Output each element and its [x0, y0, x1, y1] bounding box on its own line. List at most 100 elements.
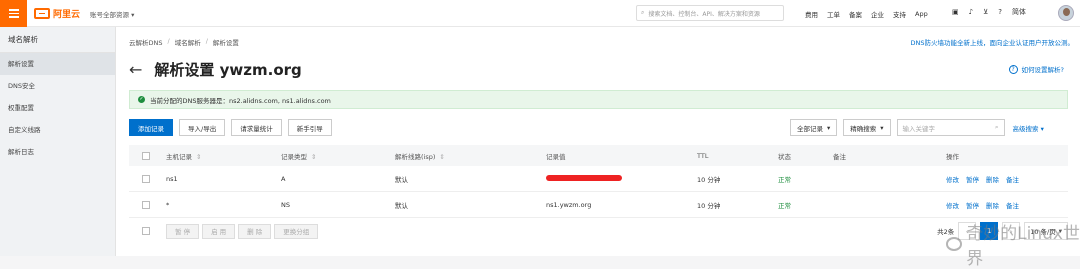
- total-count: 共2条: [937, 228, 955, 236]
- import-export-button[interactable]: 导入/导出: [179, 119, 226, 136]
- search-icon[interactable]: ⌕: [995, 123, 999, 132]
- page-number-current[interactable]: 1: [980, 222, 999, 240]
- top-link-icp[interactable]: 备案: [849, 9, 862, 19]
- edit-link[interactable]: 修改: [946, 174, 959, 184]
- table-header: 主机记录 ⇕ 记录类型 ⇕ 解析线路(isp) ⇕ 记录值 TTL 状态 备注 操作: [129, 145, 1068, 166]
- batch-delete-button[interactable]: 删 除: [238, 223, 272, 239]
- breadcrumb: 云解析DNS / 域名解析 / 解析设置: [129, 37, 239, 47]
- global-search-input[interactable]: ⌕ 搜索文档、控制台、API、解决方案和资源: [636, 5, 784, 21]
- records-table: 主机记录 ⇕ 记录类型 ⇕ 解析线路(isp) ⇕ 记录值 TTL 状态 备注 操作 …: [129, 145, 1068, 218]
- next-page-icon[interactable]: ›: [1002, 222, 1021, 240]
- header-line[interactable]: 解析线路(isp) ⇕: [395, 151, 546, 161]
- bell-icon[interactable]: ♪: [969, 8, 973, 16]
- check-circle-icon: ✓: [138, 96, 145, 103]
- header-type[interactable]: 记录类型 ⇕: [281, 151, 395, 161]
- change-group-button[interactable]: 更换分组: [274, 223, 319, 239]
- keyword-search-input[interactable]: 输入关键字 ⌕: [896, 119, 1005, 136]
- advanced-search-link[interactable]: 高级搜索 ▾: [1013, 123, 1044, 133]
- sidebar: 域名解析 解析设置 DNS安全 权重配置 自定义线路 解析日志: [0, 27, 116, 256]
- title-row: ← 解析设置 ywzm.org: [129, 59, 302, 80]
- record-filter-label: 全部记录: [797, 124, 823, 133]
- header-type-label: 记录类型: [281, 152, 307, 161]
- sort-icon[interactable]: ⇕: [311, 153, 316, 161]
- dns-server-banner: ✓ 当前分配的DNS服务器是：ns2.alidns.com, ns1.alidn…: [129, 90, 1068, 109]
- top-bar: 阿里云 账号全部资源 ▾ ⌕ 搜索文档、控制台、API、解决方案和资源 费用 工…: [0, 0, 1080, 27]
- top-link-app[interactable]: App: [915, 10, 928, 18]
- header-checkbox-cell: [129, 151, 166, 160]
- delete-link[interactable]: 删除: [986, 174, 999, 184]
- guide-button[interactable]: 新手引导: [287, 119, 332, 136]
- page-size-label: 10 条/页: [1030, 228, 1056, 236]
- header-host[interactable]: 主机记录 ⇕: [166, 151, 281, 161]
- top-links: 费用 工单 备案 企业 支持 App: [805, 9, 928, 19]
- cell-host: ns1: [166, 174, 178, 183]
- search-mode-select[interactable]: 精确搜索 ▾: [843, 119, 891, 136]
- record-filter-select[interactable]: 全部记录 ▾: [790, 119, 838, 136]
- search-placeholder: 搜索文档、控制台、API、解决方案和资源: [648, 10, 760, 18]
- page-title: 解析设置 ywzm.org: [154, 61, 302, 79]
- header-ttl: TTL: [697, 151, 709, 160]
- sort-icon[interactable]: ⇕: [196, 153, 201, 161]
- header-note: 备注: [833, 152, 846, 161]
- row-checkbox[interactable]: [142, 200, 150, 209]
- page-size-select[interactable]: 10 条/页 ▾: [1024, 222, 1068, 240]
- account-resources-dropdown[interactable]: 账号全部资源 ▾: [90, 9, 134, 19]
- breadcrumb-separator: /: [167, 37, 170, 45]
- sidebar-item-dns-security[interactable]: DNS安全: [0, 75, 115, 97]
- cell-line: 默认: [395, 201, 408, 210]
- sidebar-item-weight[interactable]: 权重配置: [0, 97, 115, 119]
- breadcrumb-separator: /: [205, 37, 208, 45]
- breadcrumb-domain[interactable]: 域名解析: [175, 37, 201, 47]
- image-icon[interactable]: ▣: [952, 8, 959, 16]
- header-ops: 操作: [946, 152, 959, 161]
- question-icon: ?: [1008, 64, 1018, 74]
- caret-down-icon: ▾: [880, 123, 884, 132]
- cart-icon[interactable]: ⊻: [983, 8, 988, 16]
- breadcrumb-dns[interactable]: 云解析DNS: [129, 37, 163, 47]
- menu-icon[interactable]: [0, 0, 27, 27]
- caret-down-icon: ▾: [131, 11, 135, 19]
- request-stats-button[interactable]: 请求量统计: [231, 119, 282, 136]
- header-status: 状态: [778, 152, 791, 161]
- cell-line: 默认: [395, 175, 408, 184]
- breadcrumb-current: 解析设置: [212, 39, 239, 47]
- help-link[interactable]: ? 如何设置解析?: [1008, 64, 1064, 74]
- cell-ttl: 10 分钟: [697, 201, 721, 210]
- row-checkbox[interactable]: [142, 174, 150, 183]
- pause-link[interactable]: 暂停: [966, 200, 979, 210]
- pause-link[interactable]: 暂停: [966, 174, 979, 184]
- top-link-enterprise[interactable]: 企业: [871, 9, 884, 19]
- language-switch[interactable]: 简体: [1012, 7, 1026, 17]
- cell-value: [546, 174, 697, 183]
- sidebar-item-dns-log[interactable]: 解析日志: [0, 141, 115, 163]
- sort-icon[interactable]: ⇕: [439, 153, 444, 161]
- top-link-tickets[interactable]: 工单: [827, 9, 840, 19]
- cell-host: *: [166, 200, 170, 209]
- select-all-checkbox[interactable]: [142, 151, 150, 160]
- help-link-label: 如何设置解析?: [1021, 66, 1064, 74]
- prev-page-icon[interactable]: ‹: [958, 222, 977, 240]
- top-link-billing[interactable]: 费用: [805, 9, 818, 19]
- redaction-mark: [546, 174, 622, 181]
- edit-link[interactable]: 修改: [946, 200, 959, 210]
- top-link-support[interactable]: 支持: [893, 9, 906, 19]
- sidebar-item-custom-line[interactable]: 自定义线路: [0, 119, 115, 141]
- delete-link[interactable]: 删除: [986, 200, 999, 210]
- cell-status: 正常: [778, 201, 791, 210]
- back-arrow-icon[interactable]: ←: [129, 61, 142, 78]
- pagination: 共2条 ‹ 1 › 10 条/页 ▾: [937, 222, 1068, 240]
- sidebar-item-dns-settings[interactable]: 解析设置: [0, 53, 115, 75]
- note-link[interactable]: 备注: [1006, 174, 1019, 184]
- footer-select-checkbox[interactable]: [142, 227, 150, 235]
- add-record-button[interactable]: 添加记录: [129, 119, 173, 136]
- avatar[interactable]: [1058, 5, 1074, 21]
- note-link[interactable]: 备注: [1006, 200, 1019, 210]
- batch-enable-button[interactable]: 启 用: [202, 223, 236, 239]
- caret-down-icon: ▾: [1040, 124, 1044, 133]
- cell-ops: 修改 暂停 删除 备注: [946, 174, 1068, 184]
- cell-ops: 修改 暂停 删除 备注: [946, 200, 1068, 210]
- aliyun-logo[interactable]: 阿里云: [34, 7, 80, 20]
- firewall-notice-link[interactable]: DNS防火墙功能全新上线，面向企业认证用户开放公测。: [911, 37, 1075, 47]
- batch-pause-button[interactable]: 暂 停: [166, 223, 200, 239]
- help-icon[interactable]: ?: [998, 8, 1002, 16]
